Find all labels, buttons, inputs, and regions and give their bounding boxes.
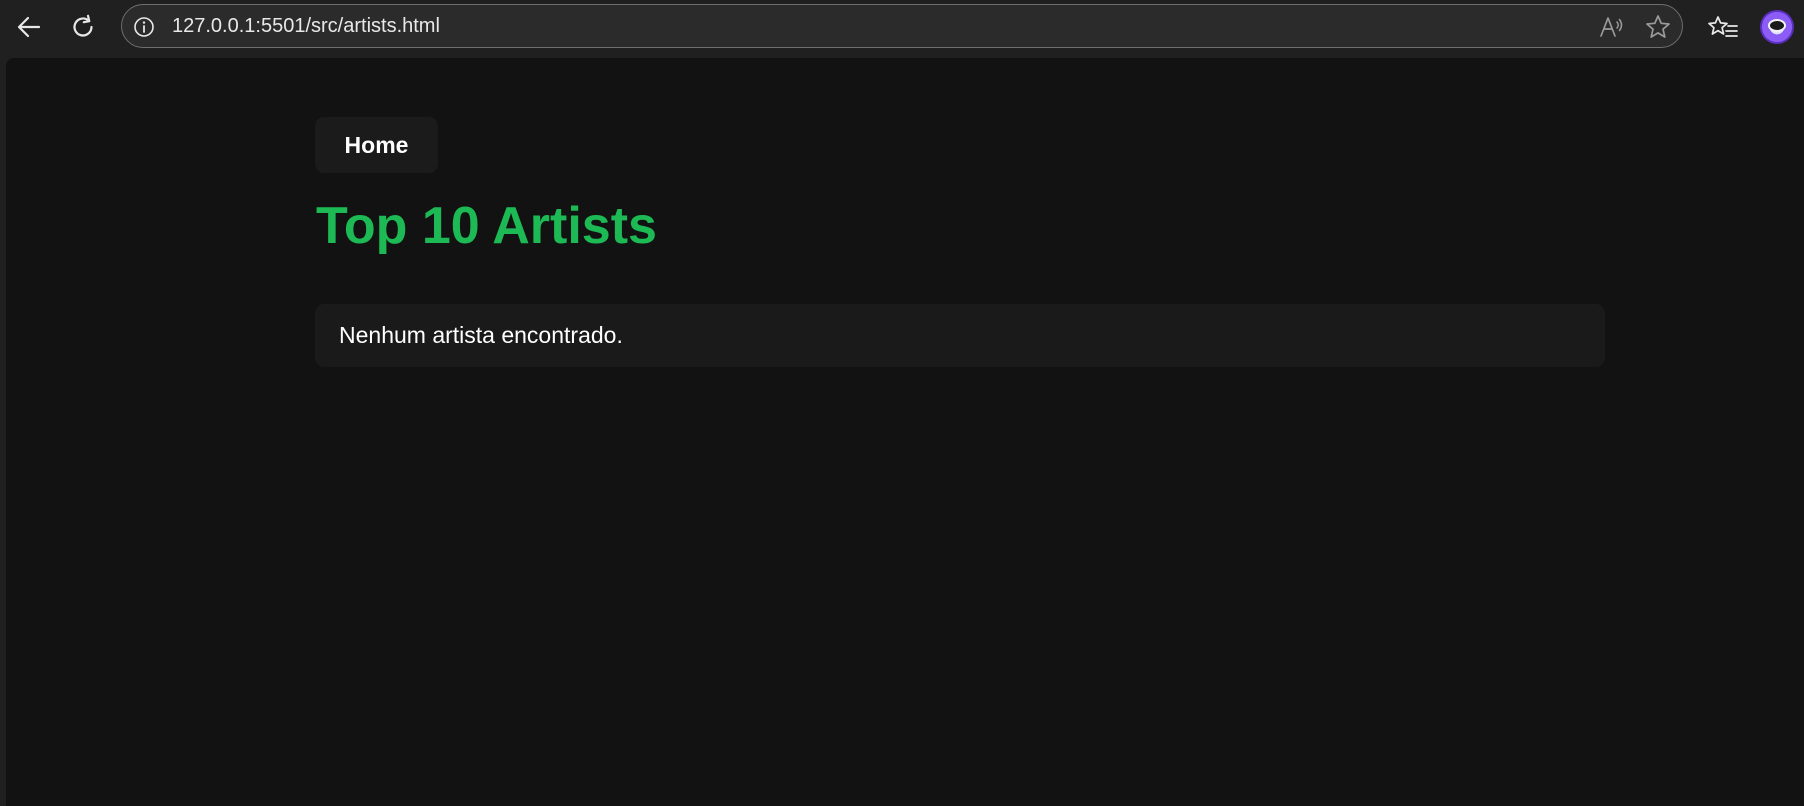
favorites-button[interactable] [1705,10,1741,46]
info-icon[interactable] [133,16,155,38]
home-button[interactable]: Home [315,117,438,173]
address-bar[interactable]: 127.0.0.1:5501/src/artists.html [121,4,1683,48]
read-aloud-icon[interactable] [1598,14,1624,40]
page-title: Top 10 Artists [316,197,657,255]
back-button[interactable] [11,9,47,45]
add-favorite-star-icon[interactable] [1644,13,1672,41]
empty-state-message: Nenhum artista encontrado. [339,322,623,348]
browser-toolbar: 127.0.0.1:5501/src/artists.html [0,0,1804,58]
page-viewport: Home Top 10 Artists Nenhum artista encon… [6,58,1804,806]
reload-button[interactable] [65,9,101,45]
profile-avatar[interactable] [1760,10,1794,44]
back-arrow-icon [17,16,41,38]
favorites-list-icon [1708,16,1738,37]
artists-list-empty-state: Nenhum artista encontrado. [315,304,1605,367]
url-text[interactable]: 127.0.0.1:5501/src/artists.html [172,5,440,47]
reload-icon [73,14,93,37]
profile-astronaut-icon [1768,19,1786,32]
